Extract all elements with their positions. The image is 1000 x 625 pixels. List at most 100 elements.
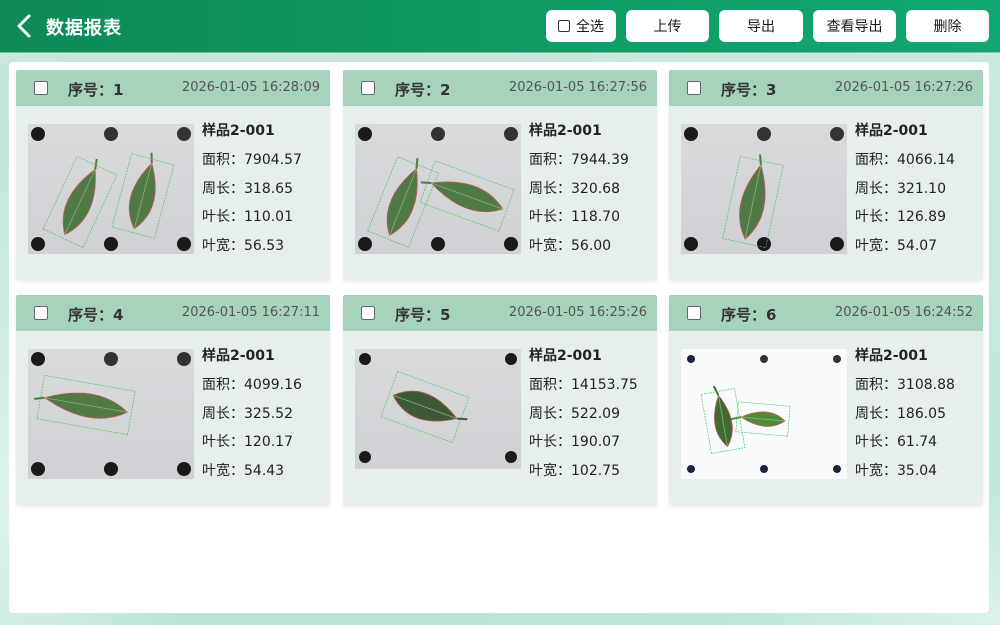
perimeter-label: 周长： <box>529 405 571 422</box>
area-value: 4066.14 <box>897 152 955 168</box>
area-value: 7904.57 <box>244 152 302 168</box>
leaf-length-value: 126.89 <box>897 209 946 225</box>
leaf-width-value: 54.07 <box>897 237 938 254</box>
report-card[interactable]: 序号：4 2026-01-05 16:27:11 样品2-001 面积：4099… <box>16 295 330 505</box>
leaf-width-label: 叶宽： <box>529 237 571 254</box>
select-all-label: 全选 <box>576 19 604 35</box>
card-checkbox[interactable] <box>34 81 48 95</box>
card-checkbox[interactable] <box>687 81 701 95</box>
card-info: 样品2-001 面积：4099.16 周长：325.52 叶长：120.17 叶… <box>202 345 302 488</box>
leaf-image[interactable] <box>681 124 847 254</box>
leaf-image[interactable] <box>28 124 194 254</box>
leaf-length-label: 叶长： <box>855 434 897 450</box>
leaf-length-value: 120.17 <box>244 434 293 450</box>
card-serial-number: 序号：3 <box>721 81 777 99</box>
area-value: 3108.88 <box>897 377 955 393</box>
area-value: 7944.39 <box>571 152 629 168</box>
checkbox-icon[interactable] <box>558 20 570 32</box>
card-timestamp: 2026-01-05 16:24:52 <box>834 305 973 320</box>
page-title: 数据报表 <box>46 18 122 39</box>
export-button[interactable]: 导出 <box>719 10 803 42</box>
perimeter-label: 周长： <box>529 180 571 197</box>
leaf-width-value: 35.04 <box>897 462 938 479</box>
card-serial-number: 序号：1 <box>68 81 124 99</box>
card-info: 样品2-001 面积：3108.88 周长：186.05 叶长：61.74 叶宽… <box>855 345 955 488</box>
leaf-width-value: 54.43 <box>244 462 285 479</box>
leaf-length-value: 118.70 <box>571 209 620 225</box>
view-export-button[interactable]: 查看导出 <box>813 10 896 42</box>
perimeter-value: 320.68 <box>571 180 620 197</box>
card-serial-number: 序号：4 <box>68 306 124 324</box>
leaf-width-value: 102.75 <box>571 462 620 479</box>
card-serial-number: 序号：6 <box>721 306 777 324</box>
perimeter-value: 522.09 <box>571 405 620 422</box>
area-value: 4099.16 <box>244 377 302 393</box>
card-header: 序号：1 2026-01-05 16:28:09 <box>16 70 330 106</box>
leaf-image[interactable] <box>355 124 521 254</box>
sample-name: 样品2-001 <box>855 348 928 364</box>
leaf-width-label: 叶宽： <box>855 237 897 254</box>
leaf-width-label: 叶宽： <box>529 462 571 479</box>
perimeter-label: 周长： <box>855 180 897 197</box>
report-card[interactable]: 序号：1 2026-01-05 16:28:09 样品2-001 面积：7904… <box>16 70 330 280</box>
leaf-length-label: 叶长： <box>529 434 571 450</box>
area-label: 面积： <box>202 377 244 393</box>
leaf-width-value: 56.53 <box>244 237 285 254</box>
leaf-length-label: 叶长： <box>855 209 897 225</box>
leaf-width-label: 叶宽： <box>855 462 897 479</box>
perimeter-label: 周长： <box>855 405 897 422</box>
area-value: 14153.75 <box>571 377 638 393</box>
leaf-length-value: 190.07 <box>571 434 620 450</box>
back-icon[interactable] <box>14 13 38 39</box>
card-timestamp: 2026-01-05 16:28:09 <box>181 80 320 95</box>
card-serial-number: 序号：2 <box>395 81 451 99</box>
area-label: 面积： <box>202 152 244 168</box>
perimeter-label: 周长： <box>202 180 244 197</box>
upload-button[interactable]: 上传 <box>626 10 709 42</box>
card-info: 样品2-001 面积：7904.57 周长：318.65 叶长：110.01 叶… <box>202 120 302 263</box>
card-info: 样品2-001 面积：14153.75 周长：522.09 叶长：190.07 … <box>529 345 638 488</box>
report-card[interactable]: 序号：5 2026-01-05 16:25:26 样品2-001 面积：1415… <box>343 295 657 505</box>
card-checkbox[interactable] <box>34 306 48 320</box>
card-timestamp: 2026-01-05 16:27:26 <box>834 80 973 95</box>
card-header: 序号：5 2026-01-05 16:25:26 <box>343 295 657 331</box>
perimeter-value: 325.52 <box>244 405 293 422</box>
card-header: 序号：4 2026-01-05 16:27:11 <box>16 295 330 331</box>
perimeter-value: 321.10 <box>897 180 946 197</box>
perimeter-value: 318.65 <box>244 180 293 197</box>
leaf-image[interactable] <box>681 349 847 479</box>
top-bar: 数据报表 全选 上传 导出 查看导出 删除 <box>0 0 1000 52</box>
card-timestamp: 2026-01-05 16:25:26 <box>508 305 647 320</box>
perimeter-value: 186.05 <box>897 405 946 422</box>
delete-button[interactable]: 删除 <box>906 10 989 42</box>
card-checkbox[interactable] <box>361 306 375 320</box>
leaf-length-label: 叶长： <box>529 209 571 225</box>
area-label: 面积： <box>529 152 571 168</box>
leaf-length-label: 叶长： <box>202 434 244 450</box>
card-timestamp: 2026-01-05 16:27:56 <box>508 80 647 95</box>
sample-name: 样品2-001 <box>202 123 275 139</box>
leaf-image[interactable] <box>28 349 194 479</box>
area-label: 面积： <box>529 377 571 393</box>
area-label: 面积： <box>855 152 897 168</box>
leaf-length-value: 61.74 <box>897 434 938 450</box>
card-info: 样品2-001 面积：7944.39 周长：320.68 叶长：118.70 叶… <box>529 120 629 263</box>
card-header: 序号：3 2026-01-05 16:27:26 <box>669 70 983 106</box>
report-card[interactable]: 序号：3 2026-01-05 16:27:26 样品2-001 面积：4066… <box>669 70 983 280</box>
perimeter-label: 周长： <box>202 405 244 422</box>
card-header: 序号：6 2026-01-05 16:24:52 <box>669 295 983 331</box>
card-timestamp: 2026-01-05 16:27:11 <box>181 305 320 320</box>
card-checkbox[interactable] <box>687 306 701 320</box>
sample-name: 样品2-001 <box>202 348 275 364</box>
area-label: 面积： <box>855 377 897 393</box>
report-card[interactable]: 序号：6 2026-01-05 16:24:52 样品2-001 面积：3108… <box>669 295 983 505</box>
leaf-image[interactable] <box>355 349 521 469</box>
leaf-width-label: 叶宽： <box>202 237 244 254</box>
card-checkbox[interactable] <box>361 81 375 95</box>
report-card[interactable]: 序号：2 2026-01-05 16:27:56 样品2-001 面积：7944… <box>343 70 657 280</box>
leaf-width-value: 56.00 <box>571 237 612 254</box>
select-all-button[interactable]: 全选 <box>546 10 616 42</box>
leaf-width-label: 叶宽： <box>202 462 244 479</box>
sample-name: 样品2-001 <box>529 123 602 139</box>
leaf-length-label: 叶长： <box>202 209 244 225</box>
